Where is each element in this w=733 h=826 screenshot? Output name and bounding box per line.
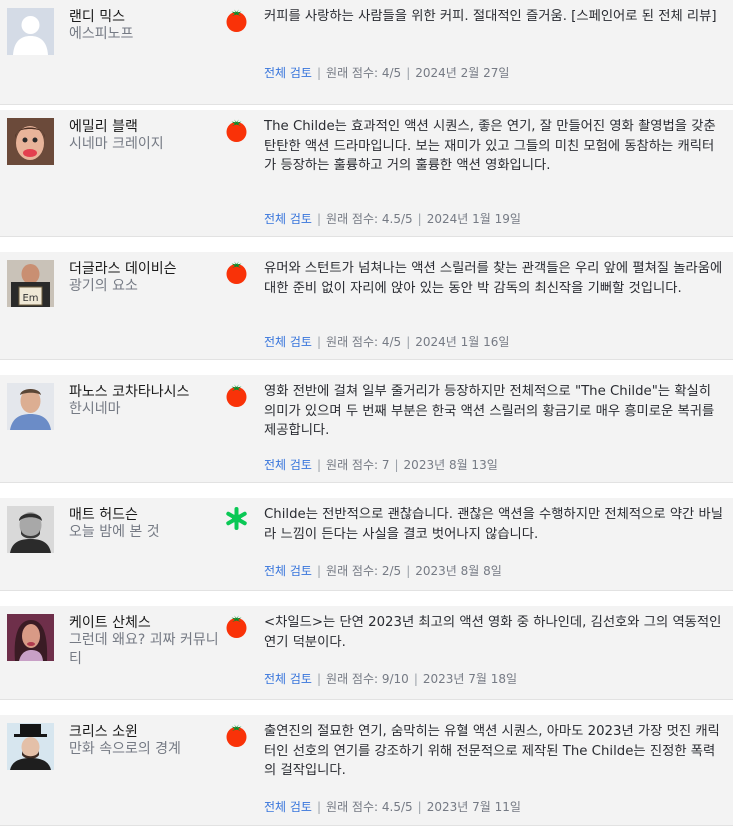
review-meta: 전체 검토 | 원래 점수: 2/5 | 2023년 8월 8일 [264, 562, 502, 579]
review-card: 랜디 믹스 에스피노프 커피를 사랑하는 사람들을 위한 커피. 절대적인 즐거… [0, 0, 733, 105]
meta-separator: | [417, 212, 422, 226]
review-card: Em 더글라스 데이비슨 광기의 요소 유머와 스턴트가 넘쳐나는 액션 스릴러… [0, 252, 733, 360]
default-avatar-icon [7, 8, 54, 55]
full-review-link[interactable]: 전체 검토 [264, 800, 312, 814]
fresh-tomato-icon [226, 119, 247, 142]
original-score: 원래 점수: 9/10 [326, 672, 409, 686]
review-card: 매트 허드슨 오늘 밤에 본 것 Childe는 전반적으로 괜찮습니다. 괜찮… [0, 498, 733, 591]
meta-separator: | [394, 458, 399, 472]
avatar[interactable] [7, 723, 54, 770]
review-card: 크리스 소윈 만화 속으로의 경계 출연진의 절묘한 연기, 숨막히는 유혈 액… [0, 715, 733, 826]
critic-photo-icon [7, 506, 54, 553]
meta-separator: | [316, 800, 322, 814]
meta-separator: | [316, 335, 322, 349]
critic-name[interactable]: 파노스 코차타나시스 [69, 381, 189, 401]
avatar[interactable] [7, 614, 54, 661]
review-meta: 전체 검토 | 원래 점수: 4.5/5 | 2023년 7월 11일 [264, 798, 521, 815]
review-divider [0, 700, 733, 715]
rotten-splat-icon [226, 507, 247, 530]
full-review-link[interactable]: 전체 검토 [264, 66, 312, 80]
meta-separator: | [316, 458, 322, 472]
review-divider [0, 591, 733, 606]
review-date: 2023년 8월 8일 [415, 564, 502, 578]
original-score: 원래 점수: 4/5 [326, 335, 402, 349]
review-quote: 출연진의 절묘한 연기, 숨막히는 유혈 액션 시퀀스, 아마도 2023년 가… [264, 724, 720, 778]
review-date: 2024년 1월 19일 [426, 212, 521, 226]
avatar[interactable] [7, 8, 54, 55]
meta-separator: | [406, 335, 411, 349]
critic-publication[interactable]: 한시네마 [69, 400, 219, 419]
review-quote: <차일드>는 단연 2023년 최고의 액션 영화 중 하나인데, 김선호와 그… [264, 615, 722, 650]
full-review-link[interactable]: 전체 검토 [264, 564, 312, 578]
full-review-link[interactable]: 전체 검토 [264, 212, 312, 226]
review-card: 파노스 코차타나시스 한시네마 영화 전반에 걸쳐 일부 줄거리가 등장하지만 … [0, 375, 733, 483]
original-score: 원래 점수: 4/5 [326, 66, 402, 80]
critic-publication[interactable]: 오늘 밤에 본 것 [69, 523, 219, 542]
review-meta: 전체 검토 | 원래 점수: 4/5 | 2024년 2월 27일 [264, 64, 509, 81]
critic-publication[interactable]: 그런데 왜요? 괴짜 커뮤니티 [69, 631, 219, 669]
critic-publication[interactable]: 만화 속으로의 경계 [69, 740, 219, 759]
review-meta: 전체 검토 | 원래 점수: 4.5/5 | 2024년 1월 19일 [264, 210, 521, 227]
critic-photo-icon [7, 118, 54, 165]
critic-name[interactable]: 랜디 믹스 [69, 6, 125, 26]
original-score: 원래 점수: 4.5/5 [326, 212, 413, 226]
meta-separator: | [316, 564, 322, 578]
critic-publication[interactable]: 시네마 크레이지 [69, 135, 219, 154]
review-date: 2024년 1월 16일 [415, 335, 510, 349]
review-date: 2024년 2월 27일 [415, 66, 510, 80]
critic-publication[interactable]: 광기의 요소 [69, 277, 219, 296]
review-quote: Childe는 전반적으로 괜찮습니다. 괜찮은 액션을 수행하지만 전체적으로… [264, 507, 723, 542]
meta-separator: | [413, 672, 418, 686]
meta-separator: | [417, 800, 422, 814]
critic-photo-icon [7, 723, 54, 770]
full-review-link[interactable]: 전체 검토 [264, 672, 312, 686]
review-meta: 전체 검토 | 원래 점수: 9/10 | 2023년 7월 18일 [264, 670, 517, 687]
full-review-link[interactable]: 전체 검토 [264, 335, 312, 349]
review-quote: The Childe는 효과적인 액션 시퀀스, 좋은 연기, 잘 만들어진 영… [264, 119, 716, 173]
original-score: 원래 점수: 4.5/5 [326, 800, 413, 814]
fresh-tomato-icon [226, 9, 247, 32]
full-review-link[interactable]: 전체 검토 [264, 458, 312, 472]
critic-name[interactable]: 케이트 산체스 [69, 612, 151, 632]
avatar[interactable] [7, 118, 54, 165]
critic-photo-icon: Em [7, 260, 54, 307]
fresh-tomato-icon [226, 261, 247, 284]
meta-separator: | [316, 212, 322, 226]
critic-photo-icon [7, 383, 54, 430]
review-card: 에밀리 블랙 시네마 크레이지 The Childe는 효과적인 액션 시퀀스,… [0, 110, 733, 237]
meta-separator: | [316, 66, 322, 80]
critic-publication[interactable]: 에스피노프 [69, 25, 219, 44]
fresh-tomato-icon [226, 724, 247, 747]
original-score: 원래 점수: 2/5 [326, 564, 402, 578]
avatar[interactable] [7, 383, 54, 430]
review-date: 2023년 8월 13일 [403, 458, 498, 472]
review-meta: 전체 검토 | 원래 점수: 4/5 | 2024년 1월 16일 [264, 333, 509, 350]
review-quote: 영화 전반에 걸쳐 일부 줄거리가 등장하지만 전체적으로 "The Child… [264, 384, 715, 438]
meta-separator: | [406, 564, 411, 578]
avatar[interactable] [7, 506, 54, 553]
review-meta: 전체 검토 | 원래 점수: 7 | 2023년 8월 13일 [264, 456, 498, 473]
review-quote: 유머와 스턴트가 넘쳐나는 액션 스릴러를 찾는 관객들은 우리 앞에 펼쳐질 … [264, 261, 723, 296]
review-divider [0, 360, 733, 375]
fresh-tomato-icon [226, 615, 247, 638]
avatar[interactable]: Em [7, 260, 54, 307]
review-date: 2023년 7월 11일 [426, 800, 521, 814]
critic-name[interactable]: 매트 허드슨 [69, 504, 138, 524]
original-score: 원래 점수: 7 [326, 458, 390, 472]
review-date: 2023년 7월 18일 [422, 672, 518, 686]
critic-name[interactable]: 크리스 소윈 [69, 721, 138, 741]
fresh-tomato-icon [226, 384, 247, 407]
svg-text:Em: Em [22, 293, 38, 304]
review-card: 케이트 산체스 그런데 왜요? 괴짜 커뮤니티 <차일드>는 단연 2023년 … [0, 606, 733, 700]
review-quote: 커피를 사랑하는 사람들을 위한 커피. 절대적인 즐거움. [스페인어로 된 … [264, 9, 717, 24]
meta-separator: | [316, 672, 322, 686]
review-list: 랜디 믹스 에스피노프 커피를 사랑하는 사람들을 위한 커피. 절대적인 즐거… [0, 0, 733, 826]
meta-separator: | [406, 66, 411, 80]
review-divider [0, 483, 733, 498]
review-divider [0, 237, 733, 252]
critic-name[interactable]: 더글라스 데이비슨 [69, 258, 177, 278]
critic-name[interactable]: 에밀리 블랙 [69, 116, 138, 136]
critic-photo-icon [7, 614, 54, 661]
